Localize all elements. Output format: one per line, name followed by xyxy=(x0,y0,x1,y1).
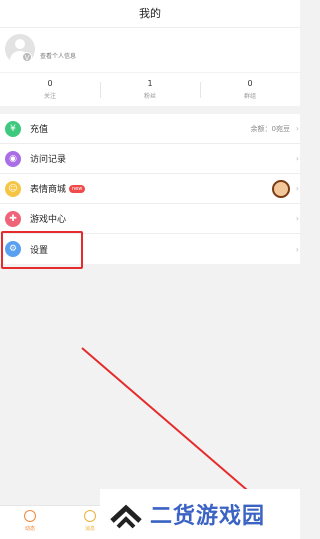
tab-feed[interactable]: 动态 xyxy=(0,506,60,539)
watermark-text: 二货游戏园 xyxy=(150,504,266,529)
annotation-arrow xyxy=(81,347,276,515)
tab-feed-label: 动态 xyxy=(24,526,35,532)
watermark: 二货游戏园 xyxy=(100,489,300,539)
watermark-logo-icon xyxy=(110,504,142,529)
compass-icon xyxy=(24,510,36,522)
chat-icon xyxy=(84,510,96,522)
